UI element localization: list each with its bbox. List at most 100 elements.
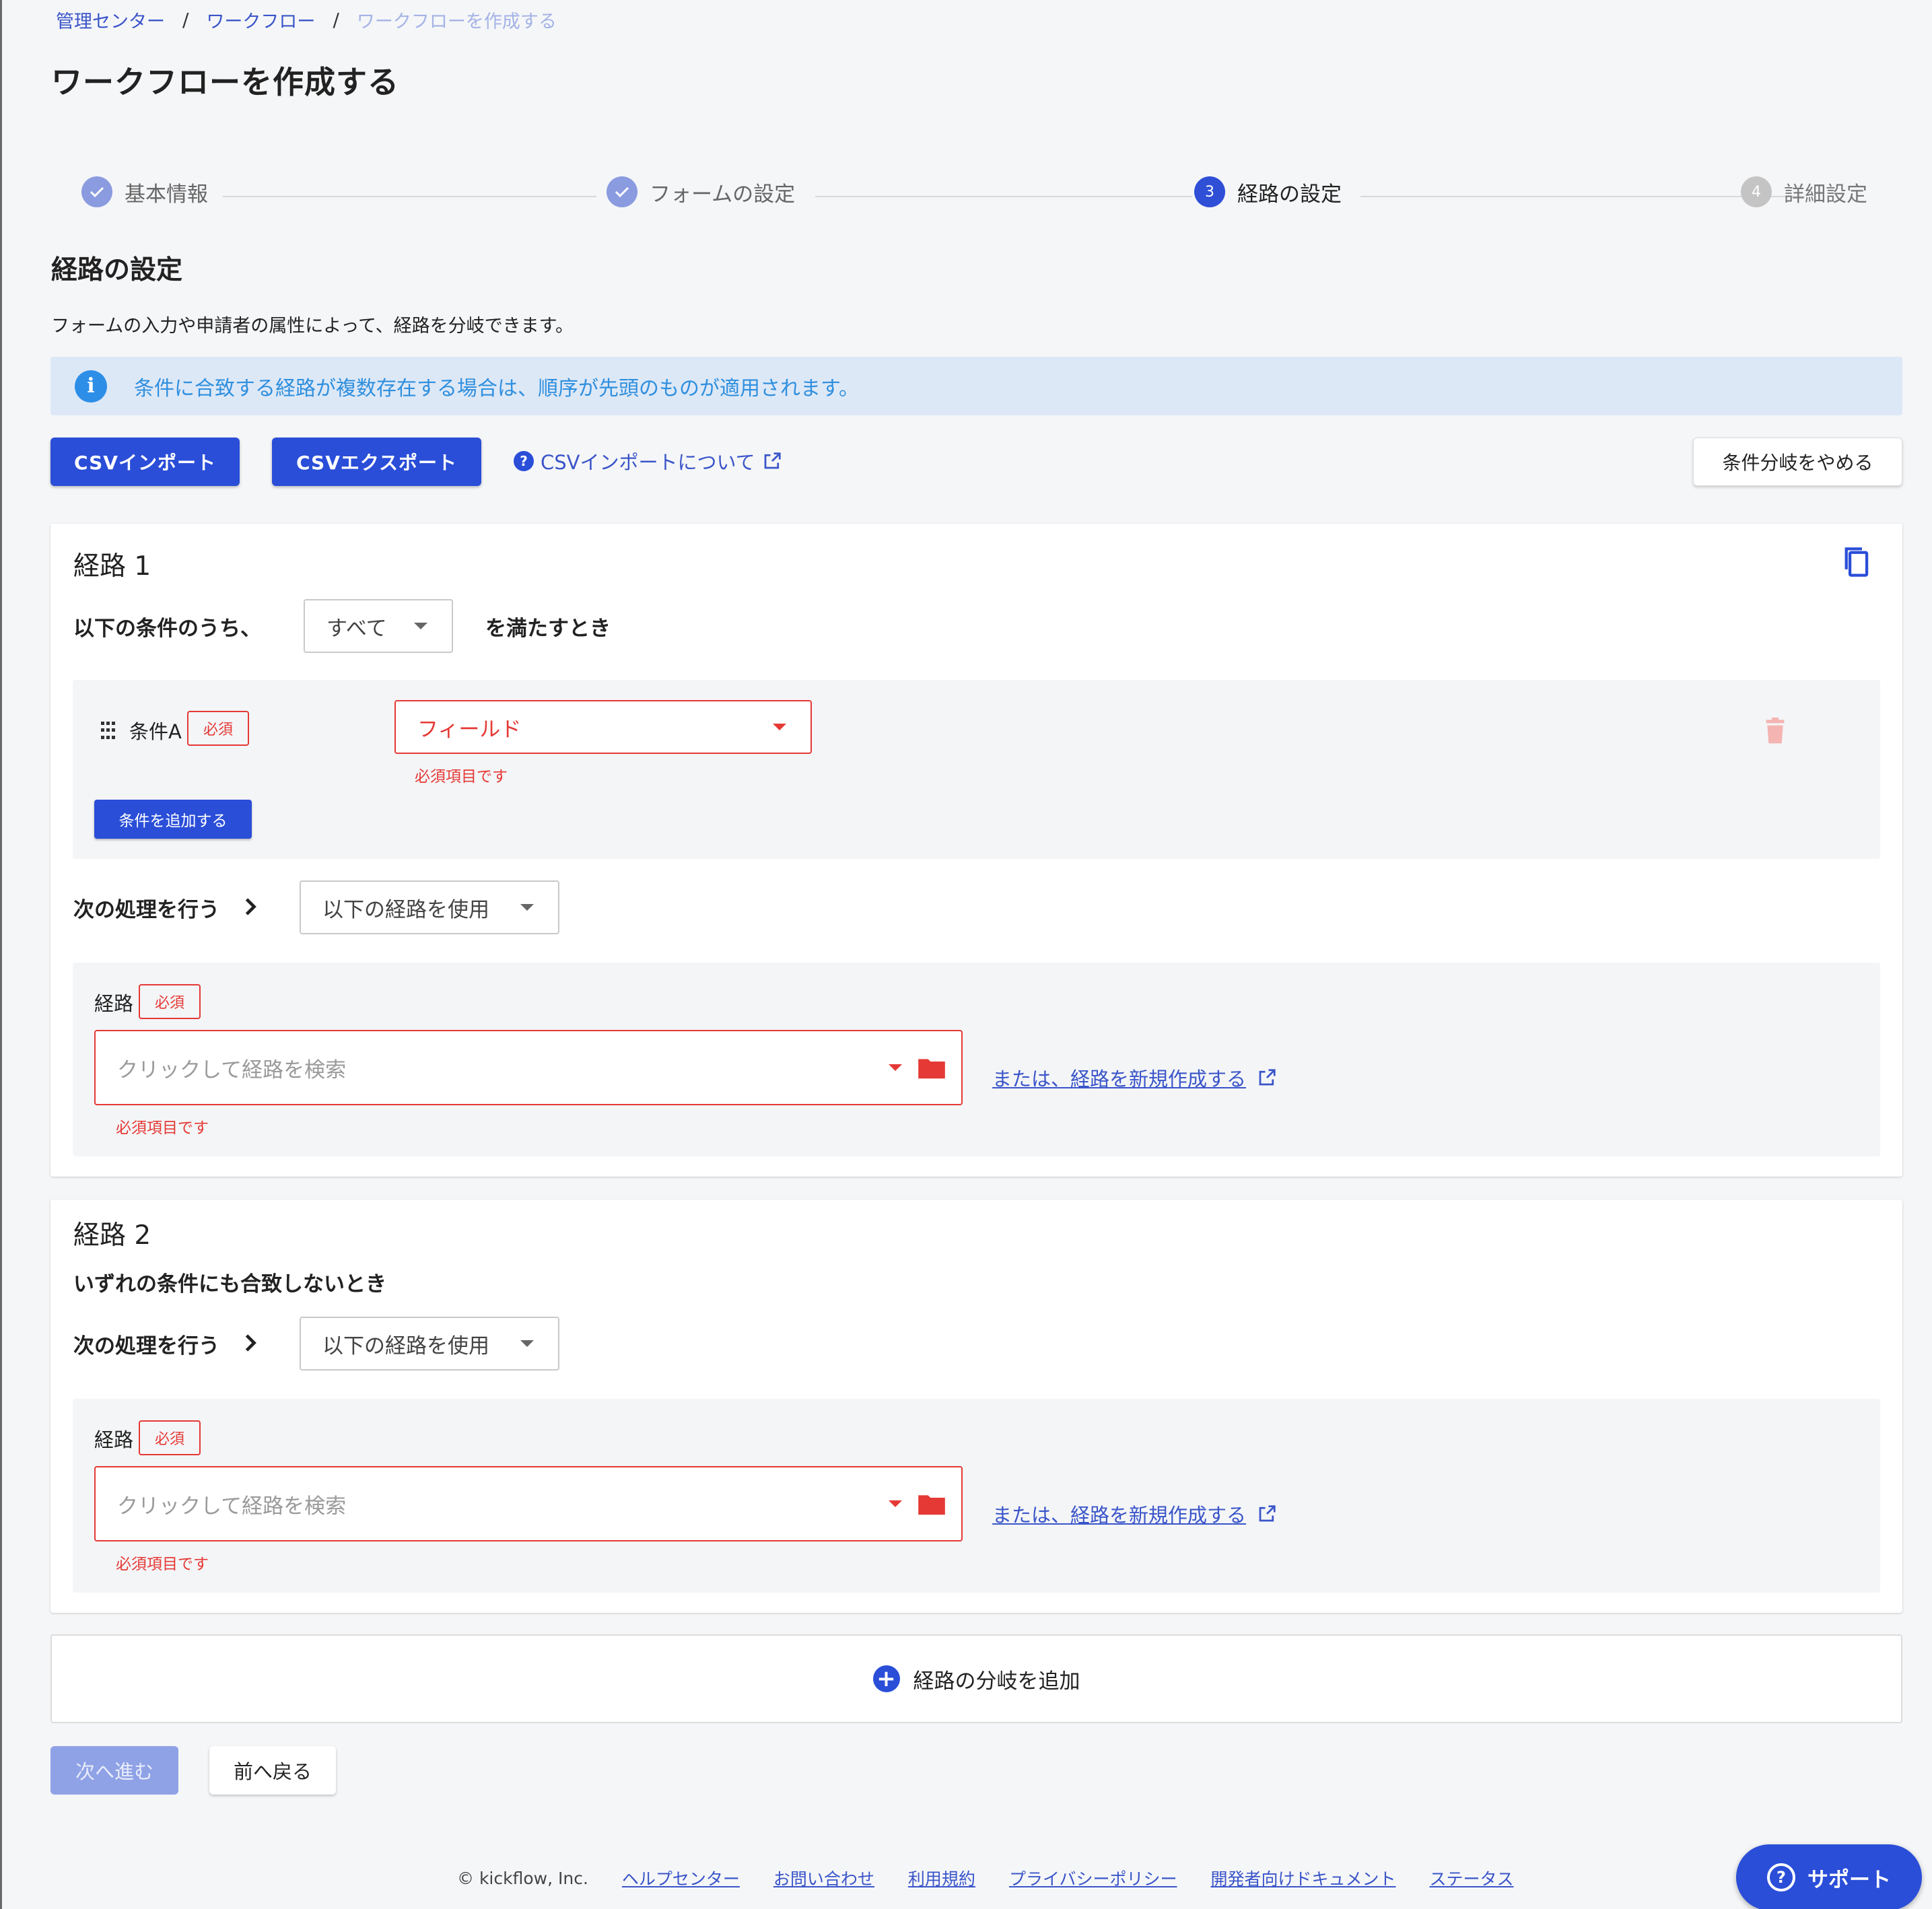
- route-placeholder: クリックして経路を検索: [117, 1494, 347, 1519]
- page-title: ワークフローを作成する: [51, 64, 399, 100]
- new-route-link-text: または、経路を新規作成する: [992, 1504, 1247, 1527]
- external-link-icon: [764, 452, 781, 469]
- route-label: 経路: [94, 992, 134, 1015]
- help-icon: ?: [514, 451, 534, 471]
- route-search-input[interactable]: クリックして経路を検索: [94, 1466, 963, 1541]
- support-label: サポート: [1807, 1867, 1891, 1892]
- support-button[interactable]: ? サポート: [1736, 1844, 1922, 1909]
- section-description: フォームの入力や申請者の属性によって、経路を分岐できます。: [51, 316, 574, 337]
- route-card-2: 経路 2 いずれの条件にも合致しないとき 次の処理を行う 以下の経路を使用 経路…: [50, 1200, 1902, 1613]
- step-basic-info[interactable]: 基本情報: [81, 176, 208, 207]
- step-connector: [815, 196, 1192, 197]
- select-value: 以下の経路を使用: [322, 897, 489, 922]
- csv-export-button[interactable]: CSVエクスポート: [272, 438, 481, 486]
- field-placeholder: フィールド: [417, 717, 522, 742]
- caret-down-icon: [889, 1064, 902, 1071]
- help-circle-icon: ?: [1767, 1863, 1795, 1891]
- step-detail-settings[interactable]: 4 詳細設定: [1741, 176, 1867, 207]
- caret-down-icon: [773, 724, 786, 730]
- match-type-select[interactable]: すべて: [304, 599, 453, 653]
- info-icon: i: [75, 370, 107, 403]
- caret-down-icon: [520, 904, 534, 911]
- select-value: すべて: [326, 616, 387, 641]
- condition-prefix: 以下の条件のうち、: [73, 617, 261, 641]
- step-connector: [223, 196, 596, 197]
- help-link-text: CSVインポートについて: [541, 451, 755, 474]
- step-label: 詳細設定: [1784, 182, 1867, 207]
- copy-icon[interactable]: [1841, 545, 1871, 579]
- footer-link-contact[interactable]: お問い合わせ: [773, 1866, 874, 1890]
- info-text: 条件に合致する経路が複数存在する場合は、順序が先頭のものが適用されます。: [134, 376, 859, 401]
- footer-copyright: © kickflow, Inc.: [457, 1868, 588, 1888]
- route-title: 経路 1: [73, 551, 151, 582]
- next-action-label: 次の処理を行う: [73, 1334, 219, 1358]
- route-error-message: 必須項目です: [116, 1556, 209, 1573]
- external-link-icon: [1259, 1069, 1276, 1086]
- footer-link-status[interactable]: ステータス: [1429, 1866, 1513, 1890]
- condition-label: 条件A: [129, 720, 182, 743]
- step-label: フォームの設定: [650, 182, 796, 207]
- field-error-message: 必須項目です: [415, 768, 508, 786]
- section-title: 経路の設定: [51, 255, 183, 285]
- chevron-right-icon: [245, 1334, 256, 1352]
- drag-handle-icon[interactable]: [101, 722, 116, 740]
- step-form-settings[interactable]: フォームの設定: [607, 176, 795, 207]
- route-search-input[interactable]: クリックして経路を検索: [94, 1030, 963, 1105]
- stop-branch-button[interactable]: 条件分岐をやめる: [1693, 438, 1902, 486]
- route-placeholder: クリックして経路を検索: [117, 1057, 347, 1082]
- folder-icon[interactable]: [917, 1055, 946, 1080]
- chevron-right-icon: [245, 898, 256, 915]
- route-card-1: 経路 1 以下の条件のうち、 すべて を満たすとき 条件A 必須 フィールド 必…: [50, 524, 1902, 1177]
- step-route-settings[interactable]: 3 経路の設定: [1194, 176, 1342, 207]
- step-number: 3: [1194, 176, 1225, 207]
- required-badge: 必須: [187, 711, 249, 746]
- add-condition-button[interactable]: 条件を追加する: [94, 800, 252, 839]
- external-link-icon: [1259, 1505, 1276, 1522]
- breadcrumb-workflow[interactable]: ワークフロー: [206, 7, 315, 33]
- breadcrumb-separator: /: [182, 9, 189, 31]
- caret-down-icon: [889, 1500, 902, 1507]
- trash-icon[interactable]: [1764, 718, 1787, 744]
- new-route-link[interactable]: または、経路を新規作成する: [992, 1064, 1277, 1092]
- footer-link-privacy[interactable]: プライバシーポリシー: [1009, 1866, 1177, 1890]
- step-label: 基本情報: [125, 182, 208, 207]
- stepper: 基本情報 フォームの設定 3 経路の設定 4 詳細設定: [81, 176, 1872, 215]
- required-badge: 必須: [139, 984, 201, 1019]
- page-root: 管理センター / ワークフロー / ワークフローを作成する ワークフローを作成す…: [0, 0, 1932, 1909]
- required-badge: 必須: [139, 1420, 201, 1455]
- add-branch-button[interactable]: + 経路の分岐を追加: [50, 1634, 1902, 1723]
- next-action-select[interactable]: 以下の経路を使用: [300, 880, 559, 934]
- new-route-link-text: または、経路を新規作成する: [992, 1068, 1247, 1090]
- footer-link-help-center[interactable]: ヘルプセンター: [622, 1866, 740, 1890]
- route-title: 経路 2: [73, 1220, 151, 1251]
- step-label: 経路の設定: [1237, 182, 1342, 207]
- route-panel: 経路 必須 クリックして経路を検索 必須項目です または、経路を新規作成する: [73, 1399, 1880, 1593]
- next-action-select[interactable]: 以下の経路を使用: [300, 1317, 559, 1370]
- breadcrumb: 管理センター / ワークフロー / ワークフローを作成する: [56, 7, 557, 33]
- no-match-text: いずれの条件にも合致しないとき: [73, 1272, 386, 1296]
- csv-import-help-link[interactable]: ? CSVインポートについて: [514, 447, 782, 475]
- back-button[interactable]: 前へ戻る: [209, 1746, 336, 1795]
- breadcrumb-admin-center[interactable]: 管理センター: [56, 7, 165, 33]
- caret-down-icon: [414, 623, 427, 629]
- check-icon: [607, 176, 637, 207]
- step-number: 4: [1741, 176, 1772, 207]
- field-select[interactable]: フィールド: [394, 700, 812, 754]
- breadcrumb-current: ワークフローを作成する: [356, 11, 557, 32]
- folder-icon[interactable]: [917, 1492, 946, 1516]
- info-banner: i 条件に合致する経路が複数存在する場合は、順序が先頭のものが適用されます。: [50, 357, 1902, 415]
- footer: © kickflow, Inc. ヘルプセンター お問い合わせ 利用規約 プライ…: [457, 1866, 1513, 1890]
- plus-icon: +: [872, 1665, 900, 1692]
- footer-link-developer-docs[interactable]: 開発者向けドキュメント: [1210, 1866, 1395, 1890]
- route-error-message: 必須項目です: [116, 1119, 209, 1137]
- csv-import-button[interactable]: CSVインポート: [50, 438, 240, 486]
- condition-panel: 条件A 必須 フィールド 必須項目です 条件を追加する: [73, 680, 1880, 859]
- next-button[interactable]: 次へ進む: [50, 1746, 178, 1795]
- next-action-label: 次の処理を行う: [73, 898, 219, 922]
- caret-down-icon: [520, 1340, 534, 1347]
- footer-link-terms[interactable]: 利用規約: [908, 1866, 975, 1890]
- breadcrumb-separator: /: [333, 9, 339, 31]
- new-route-link[interactable]: または、経路を新規作成する: [992, 1500, 1277, 1528]
- route-label: 経路: [94, 1428, 134, 1451]
- add-branch-label: 経路の分岐を追加: [913, 1669, 1080, 1694]
